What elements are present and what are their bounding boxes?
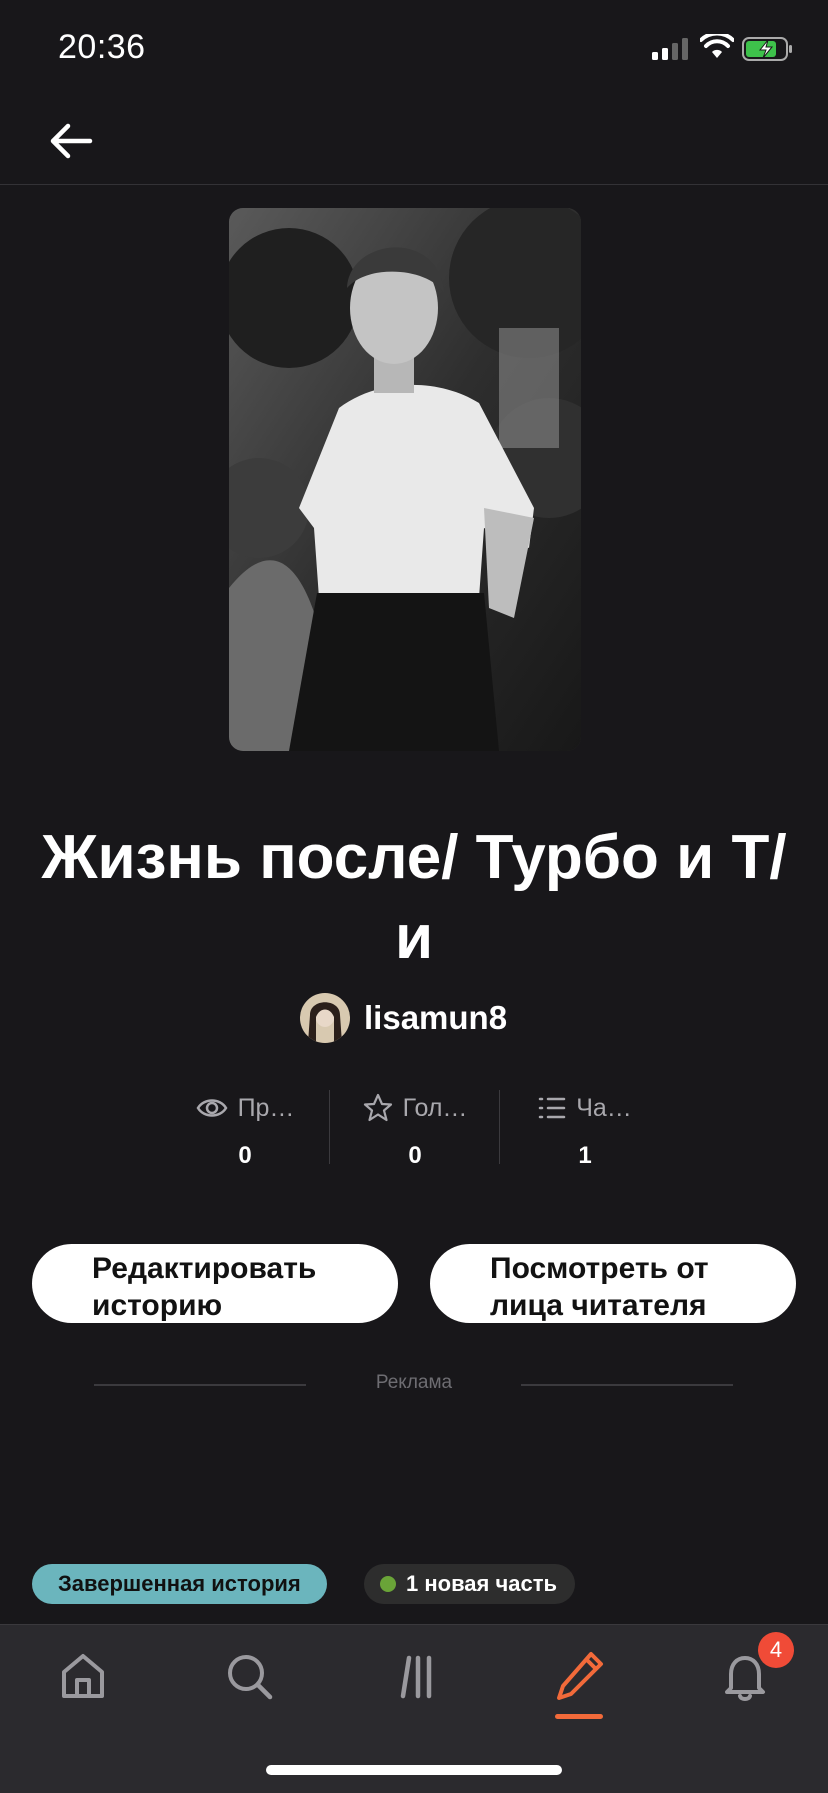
author-name[interactable]: lisamun8 xyxy=(364,999,507,1037)
back-arrow-icon[interactable] xyxy=(48,118,94,164)
completed-story-tag: Завершенная история xyxy=(32,1564,327,1604)
wifi-icon xyxy=(700,34,734,58)
author-link[interactable]: lisamun8 xyxy=(300,990,507,1046)
stat-reads-value: 0 xyxy=(238,1142,252,1169)
reader-preview-button[interactable]: Посмотреть от лица читателя xyxy=(430,1244,796,1323)
stat-reads: Пр… 0 xyxy=(160,1090,330,1170)
ad-divider-left xyxy=(94,1384,306,1386)
stat-votes: Гол… 0 xyxy=(330,1090,500,1170)
eye-icon xyxy=(196,1099,228,1117)
star-icon xyxy=(363,1093,392,1122)
battery-charging-icon xyxy=(742,37,792,61)
home-icon[interactable] xyxy=(55,1648,111,1704)
stat-parts: Ча… 1 xyxy=(500,1090,670,1170)
ad-label: Реклама xyxy=(375,1372,453,1393)
stat-parts-label: Ча… xyxy=(576,1093,632,1122)
header-divider xyxy=(0,184,828,185)
ad-divider-right xyxy=(521,1384,733,1386)
write-icon[interactable] xyxy=(551,1648,607,1704)
cellular-signal-icon xyxy=(652,38,688,60)
list-icon xyxy=(538,1097,566,1119)
stat-parts-value: 1 xyxy=(578,1142,592,1169)
story-title: Жизнь после/ Турбо и Т/и xyxy=(41,823,787,972)
home-indicator[interactable] xyxy=(266,1765,562,1775)
story-cover-image xyxy=(229,208,581,751)
new-parts-tag: 1 новая часть xyxy=(364,1564,576,1604)
notification-badge: 4 xyxy=(758,1632,794,1668)
library-icon[interactable] xyxy=(387,1648,443,1704)
status-time: 20:36 xyxy=(58,28,146,66)
stat-votes-label: Гол… xyxy=(402,1093,468,1122)
stat-votes-value: 0 xyxy=(408,1142,422,1169)
active-tab-indicator xyxy=(555,1714,603,1719)
search-icon[interactable] xyxy=(221,1648,277,1704)
new-parts-label: 1 новая часть xyxy=(406,1571,558,1596)
stat-reads-label: Пр… xyxy=(237,1093,295,1122)
new-dot-icon xyxy=(380,1576,396,1592)
author-avatar[interactable] xyxy=(300,993,350,1043)
edit-story-button[interactable]: Редактировать историю xyxy=(32,1244,398,1323)
